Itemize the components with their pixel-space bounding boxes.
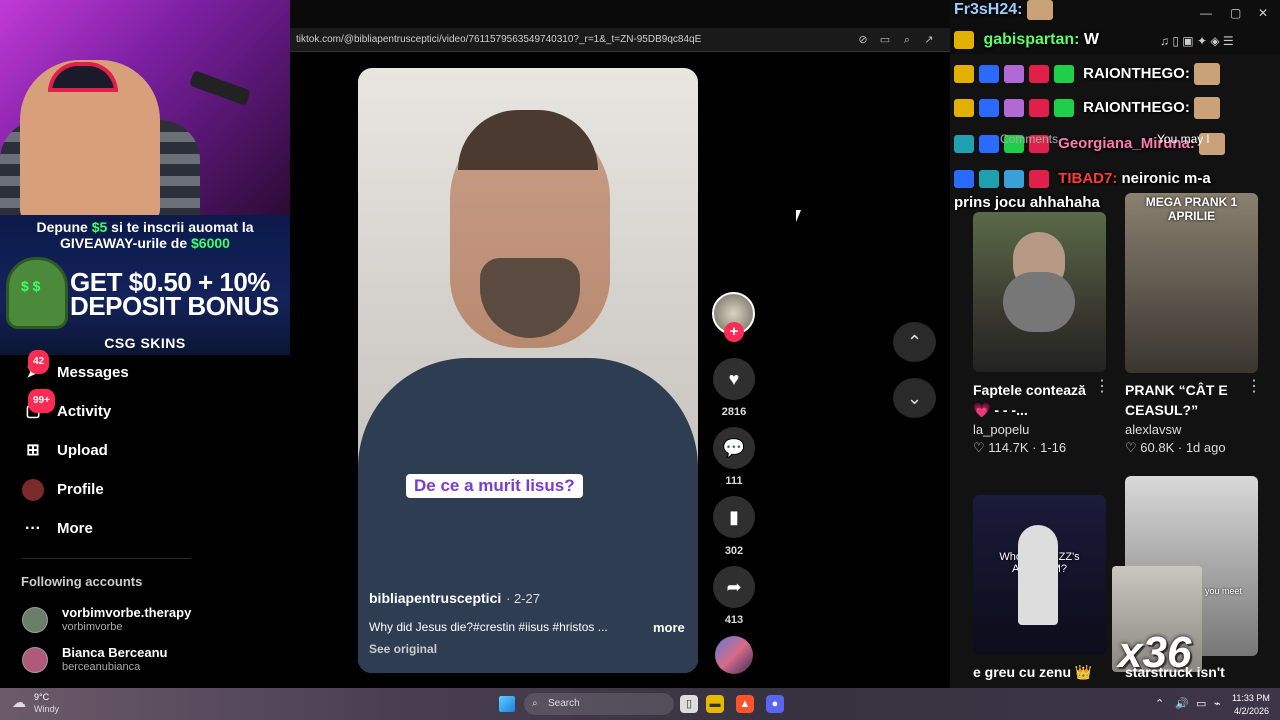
- folder-icon[interactable]: ▬: [706, 695, 724, 713]
- following-heading: Following accounts: [21, 574, 143, 589]
- chat-message: RAIONTHEGO:: [954, 63, 1225, 85]
- save-button[interactable]: ▮: [713, 496, 755, 538]
- comment-count: 111: [725, 475, 743, 487]
- nav-more[interactable]: ··· More: [22, 516, 242, 542]
- video-caption-overlay: De ce a murit Iisus?: [406, 474, 583, 498]
- comment-button[interactable]: 💬: [713, 427, 755, 469]
- discord-icon[interactable]: ●: [766, 695, 784, 713]
- cloud-icon[interactable]: ☁: [12, 694, 26, 711]
- video-description: Why did Jesus die?#crestin #iisus #hrist…: [369, 620, 608, 634]
- next-video-button[interactable]: ⌄: [893, 378, 936, 418]
- promo-banner: Depune $5 si te inscrii auomat la GIVEAW…: [0, 215, 290, 355]
- network-icon[interactable]: ⌁: [1214, 697, 1221, 710]
- chevron-up-icon[interactable]: ⌃: [1155, 697, 1164, 710]
- zoom-icon[interactable]: ⌕: [900, 33, 914, 47]
- card-title[interactable]: PRANK “CÂT E CEASUL?”: [1125, 380, 1245, 420]
- speaker-icon[interactable]: 🔊: [1175, 697, 1189, 710]
- you-may-like-tab[interactable]: You may l: [1157, 132, 1209, 146]
- following-account[interactable]: vorbimvorbe.therapy vorbimvorbe: [22, 605, 262, 639]
- browser-tab-strip: [290, 0, 950, 28]
- video-thumbnail[interactable]: [973, 212, 1106, 372]
- bookmark-icon: ▮: [729, 507, 739, 527]
- video-player[interactable]: [358, 68, 698, 673]
- mouse-cursor: [796, 210, 801, 222]
- brave-icon[interactable]: ▲: [736, 695, 754, 713]
- card-title[interactable]: Faptele contează 💗 - - -...: [973, 380, 1093, 420]
- promo-mascot-icon: [6, 257, 68, 329]
- chevron-down-icon: ⌄: [906, 388, 923, 408]
- comment-icon: 💬: [722, 438, 746, 458]
- card-title[interactable]: starstruck isn't: [1125, 662, 1225, 682]
- chat-message: prins jocu ahhahaha: [954, 194, 1100, 211]
- avatar: [22, 647, 48, 673]
- clock-date[interactable]: 4/2/2026: [1234, 706, 1269, 716]
- share-arrow-icon: ➦: [726, 577, 742, 597]
- screen-icon[interactable]: ▭: [878, 33, 892, 47]
- heart-outline-icon: ♡: [1125, 440, 1137, 455]
- heart-icon: ♥: [728, 369, 740, 389]
- card-user[interactable]: alexlavsw: [1125, 422, 1181, 437]
- avatar-icon: [22, 479, 44, 501]
- avatar: [22, 607, 48, 633]
- promo-text: Depune $5 si te inscrii auomat la GIVEAW…: [36, 219, 254, 251]
- heart-outline-icon: ♡: [973, 440, 985, 455]
- nav-messages[interactable]: ➤42 Messages: [22, 350, 242, 386]
- chevron-up-icon: ⌃: [906, 332, 923, 352]
- display-icon[interactable]: ▭: [1196, 697, 1206, 710]
- card-stats: ♡ 114.7K · 1-16: [973, 440, 1067, 455]
- video-thumbnail[interactable]: MEGA PRANK 1 APRILIE: [1125, 193, 1258, 373]
- prev-video-button[interactable]: ⌃: [893, 322, 936, 362]
- share-button[interactable]: ➦: [713, 566, 755, 608]
- like-button[interactable]: ♥: [713, 358, 755, 400]
- no-translate-icon[interactable]: ⊘: [856, 33, 870, 47]
- more-options-icon[interactable]: ⋮: [1246, 376, 1262, 396]
- card-stats: ♡ 60.8K · 1d ago: [1125, 440, 1226, 455]
- see-original-button[interactable]: See original: [369, 642, 437, 656]
- chat-message: RAIONTHEGO:: [954, 97, 1225, 119]
- inbox-icon: ▢99+: [22, 389, 55, 423]
- close-icon[interactable]: ✕: [1258, 6, 1268, 20]
- streamer-webcam: [0, 0, 290, 215]
- nav-profile[interactable]: Profile: [22, 477, 242, 503]
- nav-activity[interactable]: ▢99+ Activity: [22, 389, 242, 425]
- like-count: 2816: [721, 406, 747, 418]
- file-icon[interactable]: ▯: [680, 695, 698, 713]
- browser-address-bar[interactable]: tiktok.com/@bibliapentrusceptici/video/7…: [290, 28, 950, 52]
- share-count: 413: [724, 614, 744, 626]
- chat-message: gabispartan: W: [954, 31, 1099, 49]
- video-thumbnail[interactable]: Who $tebo2ZZ's AdelinMM?: [973, 495, 1106, 655]
- video-username[interactable]: bibliapentrusceptici: [369, 590, 501, 606]
- clock-time[interactable]: 11:33 PM: [1232, 693, 1270, 703]
- nav-upload[interactable]: ⊞ Upload: [22, 438, 242, 464]
- chat-message: Fr3sH24:: [954, 0, 1058, 20]
- video-date: · 2-27: [506, 591, 540, 606]
- card-user[interactable]: la_popelu: [973, 422, 1029, 437]
- maximize-icon[interactable]: ▢: [1230, 6, 1241, 20]
- windows-start-icon[interactable]: [499, 696, 515, 712]
- extension-icons[interactable]: ♫ ▯ ▣ ✦ ◈ ☰: [1160, 34, 1234, 48]
- nav-divider: [21, 558, 191, 559]
- taskbar-search[interactable]: ⌕ Search: [524, 693, 674, 715]
- promo-brand: CSG SKINS: [104, 335, 186, 351]
- following-account[interactable]: Bianca Berceanu berceanubianca: [22, 645, 262, 679]
- url-text[interactable]: tiktok.com/@bibliapentrusceptici/video/7…: [296, 34, 701, 45]
- comments-tab[interactable]: Comments: [1000, 132, 1058, 146]
- search-icon: ⌕: [532, 698, 538, 709]
- promo-headline-2: DEPOSIT BONUS: [70, 291, 279, 321]
- follow-plus-icon[interactable]: +: [724, 322, 744, 342]
- share-icon[interactable]: ↗: [922, 33, 936, 47]
- paper-plane-icon: ➤42: [22, 350, 50, 384]
- save-count: 302: [724, 545, 744, 557]
- minimize-icon[interactable]: —: [1200, 6, 1212, 20]
- music-disc[interactable]: [715, 636, 753, 674]
- more-button[interactable]: more: [653, 620, 685, 635]
- card-title[interactable]: e greu cu zenu 👑: [973, 662, 1092, 682]
- chat-message: TIBAD7: neironic m-a: [954, 170, 1211, 189]
- weather-condition[interactable]: Windy: [34, 704, 59, 714]
- weather-temp[interactable]: 9°C: [34, 692, 49, 702]
- ellipsis-icon: ···: [25, 520, 41, 537]
- more-options-icon[interactable]: ⋮: [1094, 376, 1110, 396]
- plus-square-icon: ⊞: [26, 442, 40, 459]
